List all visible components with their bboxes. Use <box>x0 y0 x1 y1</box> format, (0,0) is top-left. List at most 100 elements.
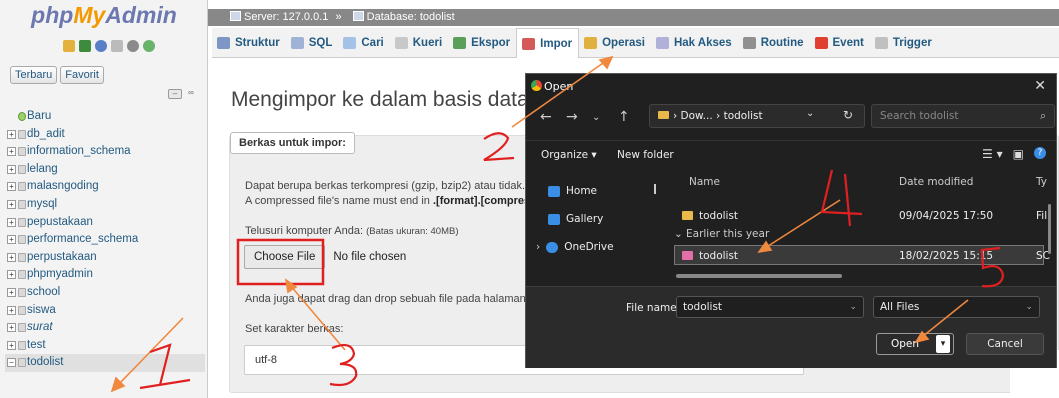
path-todolist[interactable]: todolist <box>724 110 763 122</box>
tab-label: Routine <box>760 37 804 49</box>
tree-item-database[interactable]: + school <box>5 284 205 302</box>
tab-trigger[interactable]: Trigger <box>870 28 938 58</box>
file-name-value: todolist <box>683 301 723 313</box>
expand-icon[interactable]: + <box>7 164 16 174</box>
database-icon <box>352 11 364 21</box>
expand-icon[interactable]: + <box>7 147 16 157</box>
expand-icon[interactable]: + <box>7 340 16 350</box>
address-bar[interactable]: › Dow... › todolist <box>649 104 865 128</box>
tree-item-database[interactable]: + phpmyadmin <box>5 266 205 284</box>
column-header-name[interactable]: Name <box>689 176 720 188</box>
tree-item-database[interactable]: + lelang <box>5 161 205 179</box>
compress-info: Dapat berupa berkas terkompresi (gzip, b… <box>245 180 526 192</box>
tab-routine[interactable]: Routine <box>738 28 810 58</box>
reload-icon[interactable] <box>143 40 155 52</box>
expand-icon[interactable]: + <box>7 199 16 209</box>
chevron-down-icon[interactable]: ⌄ <box>849 297 857 317</box>
tree-item-label: school <box>27 285 61 298</box>
expand-icon[interactable]: + <box>7 252 16 262</box>
tree-item-database[interactable]: + information_schema <box>5 143 205 161</box>
help-icon[interactable]: ? <box>1034 147 1046 159</box>
collapse-all-icon[interactable]: – <box>168 89 182 99</box>
expand-icon[interactable]: + <box>7 182 16 192</box>
horizontal-scrollbar[interactable] <box>676 274 842 278</box>
vertical-scrollbar[interactable] <box>1048 204 1051 254</box>
refresh-icon[interactable]: ↻ <box>843 108 853 122</box>
tree-item-database[interactable]: + db_adit <box>5 126 205 144</box>
view-options-icon[interactable]: ☰ ▾ <box>982 147 1003 161</box>
tree-item-database[interactable]: + malasngoding <box>5 178 205 196</box>
tab-operasi[interactable]: Operasi <box>579 28 651 58</box>
file-row-folder[interactable]: todolist 09/04/2025 17:50 Fil <box>674 206 1047 226</box>
tab-sql[interactable]: SQL <box>286 28 339 58</box>
logo-php: php <box>31 2 74 28</box>
sidebar-item-onedrive[interactable]: › OneDrive <box>536 241 614 253</box>
tree-item-database[interactable]: − todolist <box>5 354 205 372</box>
docs-icon[interactable] <box>111 40 123 52</box>
expand-icon[interactable]: + <box>7 305 16 315</box>
tree-item-database[interactable]: + perpustakaan <box>5 249 205 267</box>
navigation-panel: phpMyAdmin Terbaru Favorit – ∞ Baru + db_a… <box>0 0 208 398</box>
tree-item-database[interactable]: + siswa <box>5 302 205 320</box>
expand-icon[interactable]: − <box>7 358 16 368</box>
sidebar-splitter[interactable] <box>654 184 656 194</box>
query-window-icon[interactable] <box>95 40 107 52</box>
expand-icon[interactable]: + <box>7 270 16 280</box>
tree-item-new-database[interactable]: Baru <box>5 108 205 126</box>
search-input[interactable]: Search todolist ⌕ <box>871 104 1055 128</box>
choose-file-button[interactable]: Choose File <box>244 245 326 269</box>
forward-arrow-icon[interactable]: → <box>566 109 578 125</box>
tree-item-label: test <box>27 338 46 351</box>
tab-favorite[interactable]: Favorit <box>60 66 104 84</box>
file-row-selected[interactable]: todolist 18/02/2025 15:15 SC <box>674 245 1050 265</box>
expand-icon[interactable]: + <box>7 235 16 245</box>
tab-kueri[interactable]: Kueri <box>390 28 448 58</box>
organize-menu[interactable]: Organize ▾ <box>541 149 597 161</box>
breadcrumb-database[interactable]: Database: todolist <box>367 11 455 23</box>
tab-recent[interactable]: Terbaru <box>10 66 58 84</box>
tree-item-label: siswa <box>27 303 56 316</box>
sidebar-item-gallery[interactable]: Gallery <box>548 213 603 225</box>
tab-cari[interactable]: Cari <box>338 28 389 58</box>
new-folder-button[interactable]: New folder <box>617 149 674 161</box>
preview-pane-icon[interactable]: ▣ <box>1013 147 1024 161</box>
database-icon <box>18 235 26 245</box>
expand-icon[interactable]: + <box>7 217 16 227</box>
open-dropdown-icon[interactable]: ▾ <box>936 335 950 353</box>
expand-icon[interactable]: + <box>7 129 16 139</box>
expand-icon[interactable]: + <box>7 323 16 333</box>
tree-item-database[interactable]: + pepustakaan <box>5 214 205 232</box>
tab-label: Event <box>832 37 864 49</box>
tab-impor[interactable]: Impor <box>516 28 580 58</box>
browse-label-text: Telusuri komputer Anda: <box>245 225 364 237</box>
tab-event[interactable]: Event <box>810 28 870 58</box>
recent-locations-chevron-icon[interactable]: ⌄ <box>592 112 600 123</box>
column-header-date[interactable]: Date modified <box>899 176 973 188</box>
cancel-button[interactable]: Cancel <box>966 333 1044 355</box>
expand-chevron-icon[interactable]: › <box>536 241 540 253</box>
expand-icon[interactable]: + <box>7 287 16 297</box>
address-dropdown-icon[interactable]: ⌄ <box>806 108 814 119</box>
close-icon[interactable]: ✕ <box>1034 78 1046 94</box>
column-header-type[interactable]: Ty <box>1036 176 1047 188</box>
tab-hak-akses[interactable]: Hak Akses <box>651 28 738 58</box>
file-name-input[interactable]: todolist ⌄ <box>676 296 864 318</box>
tab-ekspor[interactable]: Ekspor <box>448 28 516 58</box>
tree-item-database[interactable]: + test <box>5 337 205 355</box>
phpmyadmin-logo[interactable]: phpMyAdmin <box>0 2 208 29</box>
home-icon[interactable] <box>63 40 75 52</box>
path-downloads[interactable]: Dow... <box>681 110 713 122</box>
tree-item-database[interactable]: + performance_schema <box>5 231 205 249</box>
sidebar-item-home[interactable]: Home <box>548 185 597 197</box>
tree-item-database[interactable]: + mysql <box>5 196 205 214</box>
tab-struktur[interactable]: Struktur <box>212 28 286 58</box>
settings-gear-icon[interactable] <box>127 40 139 52</box>
breadcrumb-server[interactable]: Server: 127.0.0.1 <box>244 11 328 23</box>
tree-item-database[interactable]: + surat <box>5 319 205 337</box>
back-arrow-icon[interactable]: ← <box>540 109 552 125</box>
group-header[interactable]: ⌄ Earlier this year <box>674 224 1044 244</box>
link-icon[interactable]: ∞ <box>184 89 198 99</box>
file-type-select[interactable]: All Files ⌄ <box>873 296 1040 318</box>
logout-icon[interactable] <box>79 40 91 52</box>
up-arrow-icon[interactable]: ↑ <box>618 109 630 125</box>
